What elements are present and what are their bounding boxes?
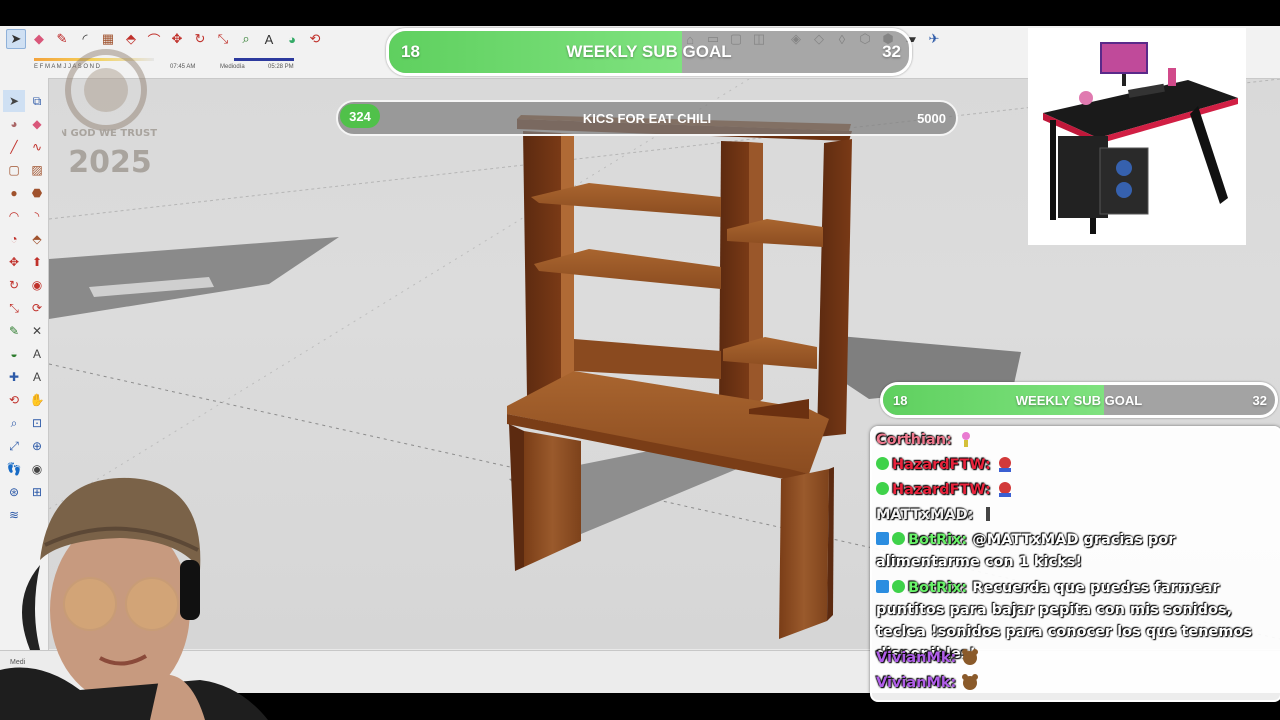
gaming-desk-illustration (1043, 42, 1238, 234)
shadow-time-gradient (234, 58, 294, 61)
paint-icon[interactable]: ◕ (3, 113, 25, 135)
bear-emote-icon (961, 648, 979, 666)
chat-message: BotRix: @MATTxMAD gracias por alimentarm… (876, 529, 1272, 573)
goal-title: WEEKLY SUB GOAL (1015, 392, 1143, 408)
weekly-sub-goal-top: 18 WEEKLY SUB GOAL 32 (386, 28, 912, 76)
previous-view-icon[interactable]: ⊕ (26, 435, 48, 457)
chat-message: HazardFTW: (876, 454, 1272, 476)
tape-measure-icon[interactable]: ✎ (3, 320, 25, 342)
toolbar-row: ➤ ◆ ✎ ◜ ▦ ⬘ ⌒ ✥ ↻ ⤡ ⌕ A ◕ ⟲ (6, 29, 325, 49)
pan-icon[interactable]: ✋ (26, 389, 48, 411)
gaming-desk-image (1028, 28, 1246, 245)
chat-username[interactable]: HazardFTW: (892, 482, 991, 498)
chat-username[interactable]: VivianMk: (876, 675, 956, 691)
rectangle-icon[interactable]: ▢ (3, 159, 25, 181)
follow-me-icon[interactable]: ◉ (26, 274, 48, 296)
eraser-tool-icon[interactable]: ◆ (29, 29, 49, 49)
goal-target: 32 (1252, 392, 1267, 408)
rotate-icon[interactable]: ↻ (3, 274, 25, 296)
chat-username[interactable]: Corthian: (876, 432, 952, 448)
move-tool-icon[interactable]: ✥ (167, 29, 187, 49)
verified-badge-icon (892, 580, 905, 593)
protractor-icon[interactable]: ◒ (3, 343, 25, 365)
make-component-icon[interactable]: ⧉ (26, 90, 48, 112)
watermark-text: IN GOD WE TRUST (62, 128, 157, 139)
3d-text-icon[interactable]: A (26, 366, 48, 388)
chat-message: HazardFTW: (876, 479, 1272, 501)
kics-target: 5000 (917, 110, 946, 126)
chat-message: MATTxMAD: (876, 504, 1272, 526)
spider-emote-icon (996, 480, 1014, 498)
desk-bookshelf-model (507, 115, 852, 639)
spider-emote-icon (996, 455, 1014, 473)
chat-username[interactable]: BotRix: (908, 532, 967, 548)
push-icon[interactable]: ⬆ (26, 251, 48, 273)
rotated-rectangle-icon[interactable]: ▨ (26, 159, 48, 181)
zoom-extents-icon[interactable]: ⤢ (3, 435, 25, 457)
verified-badge-icon (876, 482, 889, 495)
pink-emote-icon (957, 430, 975, 448)
select-icon[interactable]: ➤ (3, 90, 25, 112)
rotate-tool-icon[interactable]: ↻ (190, 29, 210, 49)
time-left-label: 07:45 AM (170, 64, 196, 70)
scale-tool-icon[interactable]: ⤡ (213, 29, 233, 49)
in-god-we-trust-badge: IN GOD WE TRUST 2025 (62, 49, 157, 180)
bot-badge-icon (876, 532, 889, 545)
push-pull-icon[interactable]: ⬘ (26, 228, 48, 250)
figure-emote-icon (979, 505, 997, 523)
line-icon[interactable]: ╱ (3, 136, 25, 158)
noon-label: Mediodía (220, 64, 245, 70)
circle-icon[interactable]: ● (3, 182, 25, 204)
scale-icon[interactable]: ⤡ (3, 297, 25, 319)
axes-icon[interactable]: ✚ (3, 366, 25, 388)
bot-badge-icon (876, 580, 889, 593)
two-point-arc-icon[interactable]: ◝ (26, 205, 48, 227)
pie-icon[interactable]: ◔ (3, 228, 25, 250)
kics-goal-bar: 324 KICS FOR EAT CHILI 5000 (336, 100, 958, 136)
stream-chat: Corthian: HazardFTW: HazardFTW: MATTxMAD… (870, 426, 1280, 702)
text-icon[interactable]: A (26, 343, 48, 365)
chat-message: VivianMk: (876, 647, 1272, 669)
verified-badge-icon (876, 457, 889, 470)
streamer-portrait (0, 477, 268, 720)
tape-measure-icon[interactable]: ⌕ (236, 29, 256, 49)
chat-username[interactable]: VivianMk: (876, 650, 956, 666)
arc-icon[interactable]: ◠ (3, 205, 25, 227)
orbit-tool-icon[interactable]: ⟲ (305, 29, 325, 49)
polygon-icon[interactable]: ⬣ (26, 182, 48, 204)
zoom-icon[interactable]: ⌕ (3, 412, 25, 434)
eraser-icon[interactable]: ◆ (26, 113, 48, 135)
shadow-left (49, 237, 339, 319)
select-tool-icon[interactable]: ➤ (6, 29, 26, 49)
freehand-icon[interactable]: ∿ (26, 136, 48, 158)
zoom-window-icon[interactable]: ⊡ (26, 412, 48, 434)
chat-message: Corthian: (876, 429, 1272, 451)
chat-username[interactable]: HazardFTW: (892, 457, 991, 473)
dimension-icon[interactable]: ✕ (26, 320, 48, 342)
bear-emote-icon (961, 673, 979, 691)
goal-target: 32 (882, 42, 901, 61)
goal-title: WEEKLY SUB GOAL (566, 42, 732, 61)
chat-username[interactable]: MATTxMAD: (876, 507, 973, 523)
chat-message: VivianMk: (876, 672, 1272, 694)
time-right-label: 05:28 PM (268, 64, 294, 70)
kics-title: KICS FOR EAT CHILI (582, 110, 712, 126)
orbit-icon[interactable]: ⟲ (3, 389, 25, 411)
weekly-sub-goal-side: 18 WEEKLY SUB GOAL 32 (880, 382, 1278, 418)
text-tool-icon[interactable]: A (259, 29, 279, 49)
move-icon[interactable]: ✥ (3, 251, 25, 273)
watermark-year: 2025 (68, 145, 152, 180)
chat-username[interactable]: BotRix: (908, 580, 967, 596)
streamer-webcam (0, 470, 268, 720)
walk-icon[interactable]: ✈ (924, 29, 944, 49)
paint-bucket-icon[interactable]: ◕ (282, 29, 302, 49)
verified-badge-icon (892, 532, 905, 545)
offset-icon[interactable]: ⟳ (26, 297, 48, 319)
